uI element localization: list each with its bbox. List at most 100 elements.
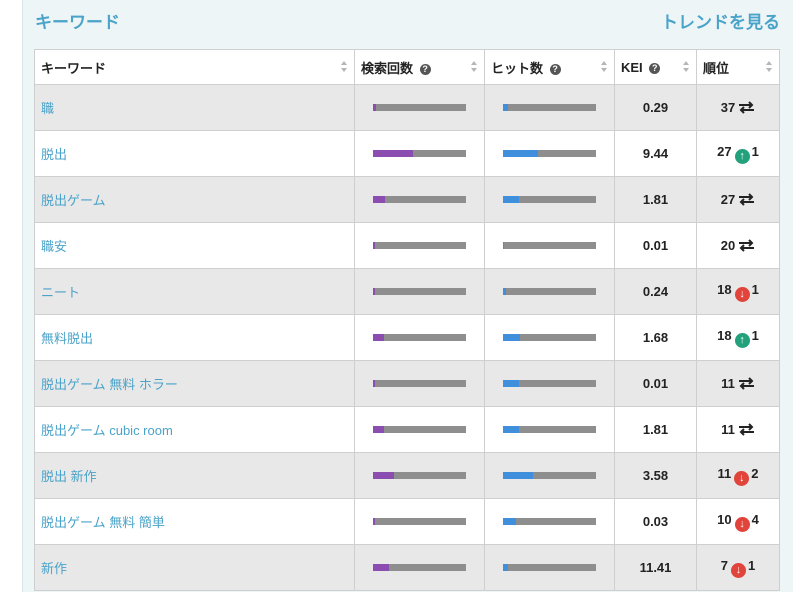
table-row: ニート 0.24 18 ↓ 1 bbox=[34, 268, 780, 315]
keyword-link[interactable]: 職 bbox=[41, 101, 54, 116]
search-volume-cell bbox=[354, 406, 485, 453]
hits-fill bbox=[503, 242, 504, 249]
kei-cell: 1.68 bbox=[614, 314, 697, 361]
column-header-label: 検索回数 bbox=[361, 60, 414, 76]
search-volume-cell bbox=[354, 452, 485, 499]
rank-cell: 20 bbox=[696, 222, 780, 269]
sort-icon[interactable] bbox=[601, 61, 608, 73]
keyword-link[interactable]: 脱出ゲーム cubic room bbox=[41, 423, 173, 438]
hits-cell bbox=[484, 176, 615, 223]
search-volume-cell bbox=[354, 544, 485, 591]
rank-cell: 11 bbox=[696, 406, 780, 453]
hits-cell bbox=[484, 314, 615, 361]
column-header-label: キーワード bbox=[41, 60, 107, 76]
search-volume-bar bbox=[373, 242, 466, 249]
help-circle-icon[interactable]: ? bbox=[649, 62, 661, 74]
kei-cell: 9.44 bbox=[614, 130, 697, 177]
table-row: 職 0.29 37 bbox=[34, 84, 780, 131]
keyword-link[interactable]: ニート bbox=[41, 285, 80, 300]
rank-value: 11 bbox=[717, 465, 732, 481]
keyword-link[interactable]: 脱出ゲーム 無料 ホラー bbox=[41, 377, 178, 392]
hits-bar bbox=[503, 196, 596, 203]
keyword-cell: 職安 bbox=[34, 222, 355, 269]
keyword-cell: 脱出ゲーム cubic room bbox=[34, 406, 355, 453]
search-volume-cell bbox=[354, 130, 485, 177]
keyword-link[interactable]: 脱出 bbox=[41, 147, 67, 162]
table-header-row: キーワード 検索回数 ? ヒット数 ? KEI ? 順位 bbox=[34, 49, 780, 85]
hits-cell bbox=[484, 84, 615, 131]
help-circle-icon[interactable]: ? bbox=[419, 63, 431, 75]
table-row: 脱出 新作 3.58 11 ↓ 2 bbox=[34, 452, 780, 499]
column-header-label: ヒット数 bbox=[491, 60, 544, 76]
hits-bar bbox=[503, 380, 596, 387]
help-circle-icon[interactable]: ? bbox=[549, 63, 561, 75]
rank-cell: 27 bbox=[696, 176, 780, 223]
table-row: 脱出ゲーム cubic room 1.81 11 bbox=[34, 406, 780, 453]
rank-change: 1 bbox=[751, 327, 759, 343]
column-header-hits[interactable]: ヒット数 ? bbox=[484, 49, 615, 85]
keyword-cell: 脱出ゲーム bbox=[34, 176, 355, 223]
hits-fill bbox=[503, 196, 519, 203]
table-row: 無料脱出 1.68 18 ↑ 1 bbox=[34, 314, 780, 361]
panel-header: キーワード トレンドを見る bbox=[23, 0, 793, 40]
rank-value: 11 bbox=[721, 422, 735, 437]
kei-cell: 11.41 bbox=[614, 544, 697, 591]
search-volume-bar bbox=[373, 288, 466, 295]
column-header-search-volume[interactable]: 検索回数 ? bbox=[354, 49, 485, 85]
view-trend-link[interactable]: トレンドを見る bbox=[661, 8, 780, 33]
keyword-link[interactable]: 脱出ゲーム bbox=[41, 193, 106, 208]
hits-bar bbox=[503, 564, 596, 571]
hits-bar bbox=[503, 472, 596, 479]
search-volume-fill bbox=[373, 426, 385, 433]
rank-value: 27 bbox=[720, 192, 736, 207]
kei-cell: 1.81 bbox=[614, 176, 697, 223]
rank-value: 10 bbox=[717, 511, 732, 527]
hits-bar bbox=[503, 150, 596, 157]
keyword-link[interactable]: 脱出ゲーム 無料 簡単 bbox=[41, 515, 165, 530]
search-volume-bar bbox=[373, 104, 466, 111]
rank-change: 4 bbox=[751, 511, 759, 527]
table-row: 脱出ゲーム 1.81 27 bbox=[34, 176, 780, 223]
swap-arrows-icon bbox=[739, 193, 755, 206]
hits-bar bbox=[503, 334, 596, 341]
sort-icon[interactable] bbox=[471, 61, 478, 73]
hits-fill bbox=[503, 334, 520, 341]
keyword-link[interactable]: 無料脱出 bbox=[41, 331, 93, 346]
hits-fill bbox=[503, 472, 533, 479]
search-volume-cell bbox=[354, 222, 485, 269]
hits-cell bbox=[484, 130, 615, 177]
search-volume-fill bbox=[373, 518, 375, 525]
rank-cell: 37 bbox=[696, 84, 780, 131]
rank-cell: 10 ↓ 4 bbox=[696, 498, 780, 545]
hits-fill bbox=[503, 104, 508, 111]
table-row: 脱出ゲーム 無料 簡単 0.03 10 ↓ 4 bbox=[34, 498, 780, 545]
sort-icon[interactable] bbox=[341, 61, 348, 73]
kei-cell: 0.29 bbox=[614, 84, 697, 131]
column-header-keyword[interactable]: キーワード bbox=[34, 49, 355, 85]
search-volume-bar bbox=[373, 426, 466, 433]
search-volume-cell bbox=[354, 268, 485, 315]
keyword-cell: 脱出 bbox=[34, 130, 355, 177]
keyword-link[interactable]: 職安 bbox=[41, 239, 67, 254]
search-volume-fill bbox=[373, 150, 413, 157]
hits-fill bbox=[503, 426, 519, 433]
hits-bar bbox=[503, 288, 596, 295]
keyword-link[interactable]: 新作 bbox=[41, 561, 67, 576]
rank-value: 7 bbox=[720, 557, 728, 573]
column-header-kei[interactable]: KEI ? bbox=[614, 49, 697, 85]
hits-bar bbox=[503, 242, 596, 249]
keyword-cell: 脱出ゲーム 無料 簡単 bbox=[34, 498, 355, 545]
rank-value: 18 bbox=[717, 327, 732, 343]
keyword-link[interactable]: 脱出 新作 bbox=[41, 469, 97, 484]
search-volume-bar bbox=[373, 196, 466, 203]
search-volume-fill bbox=[373, 104, 376, 111]
column-header-rank[interactable]: 順位 bbox=[696, 49, 780, 85]
sort-icon[interactable] bbox=[683, 61, 690, 73]
rank-change: 1 bbox=[751, 143, 759, 159]
rank-cell: 11 bbox=[696, 360, 780, 407]
sort-icon[interactable] bbox=[766, 61, 773, 73]
search-volume-bar bbox=[373, 150, 466, 157]
search-volume-bar bbox=[373, 564, 466, 571]
column-header-label: KEI bbox=[621, 59, 643, 75]
search-volume-fill bbox=[373, 472, 395, 479]
